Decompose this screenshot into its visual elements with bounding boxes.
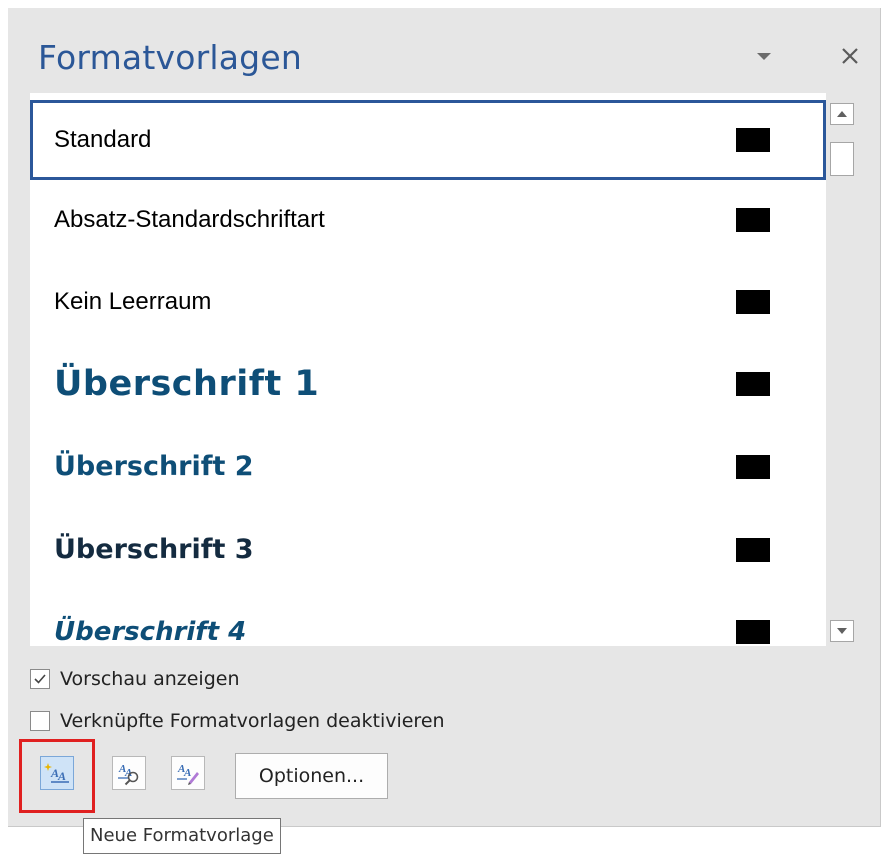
style-item-label: Standard <box>54 126 152 153</box>
new-style-icon: A A <box>44 763 69 783</box>
style-item-kein-leerraum[interactable]: Kein Leerraum <box>30 262 826 342</box>
pane-options-dropdown[interactable] <box>752 46 776 66</box>
style-item-ueberschrift-4[interactable]: Überschrift 4 <box>30 592 826 646</box>
show-preview-checkbox[interactable] <box>30 669 50 689</box>
style-item-label: Überschrift 3 <box>54 534 254 565</box>
scroll-up-button[interactable] <box>830 103 854 125</box>
paragraph-style-icon <box>736 208 770 232</box>
paragraph-style-icon <box>736 290 770 314</box>
manage-styles-button[interactable]: A A <box>171 756 205 790</box>
paragraph-style-icon <box>736 620 770 644</box>
style-item-label: Absatz-Standardschriftart <box>54 206 325 233</box>
tooltip-new-style: Neue Formatvorlage <box>83 818 281 854</box>
paragraph-style-icon <box>736 128 770 152</box>
style-list: Standard Absatz-Standardschriftart Kein … <box>30 93 826 646</box>
style-item-label: Kein Leerraum <box>54 288 212 315</box>
disable-linked-styles-option[interactable]: Verknüpfte Formatvorlagen deaktivieren <box>30 708 445 734</box>
style-item-label: Überschrift 1 <box>54 364 320 404</box>
options-button[interactable]: Optionen... <box>235 753 388 799</box>
checkmark-icon <box>34 674 46 684</box>
close-icon <box>842 48 858 64</box>
show-preview-option[interactable]: Vorschau anzeigen <box>30 666 240 692</box>
manage-styles-icon: A A <box>177 763 199 785</box>
style-item-ueberschrift-1[interactable]: Überschrift 1 <box>30 344 826 424</box>
show-preview-label: Vorschau anzeigen <box>60 668 240 690</box>
scroll-down-button[interactable] <box>830 620 854 642</box>
pane-title: Formatvorlagen <box>38 38 302 77</box>
scroll-thumb[interactable] <box>830 142 854 176</box>
style-inspector-button[interactable]: A A <box>112 756 146 790</box>
new-style-button[interactable]: A A <box>40 756 74 790</box>
style-item-label: Überschrift 2 <box>54 451 254 482</box>
style-item-absatz-standardschriftart[interactable]: Absatz-Standardschriftart <box>30 180 826 260</box>
style-list-scrollbar[interactable] <box>826 93 859 646</box>
paragraph-style-icon <box>736 538 770 562</box>
style-item-ueberschrift-3[interactable]: Überschrift 3 <box>30 510 826 590</box>
style-item-label: Überschrift 4 <box>54 617 247 646</box>
style-inspector-icon: A A <box>118 763 139 786</box>
svg-text:A: A <box>183 767 191 779</box>
paragraph-style-icon <box>736 372 770 396</box>
disable-linked-styles-checkbox[interactable] <box>30 711 50 731</box>
paragraph-style-icon <box>736 455 770 479</box>
disable-linked-styles-label: Verknüpfte Formatvorlagen deaktivieren <box>60 710 445 732</box>
close-button[interactable] <box>836 42 864 70</box>
svg-text:A: A <box>57 769 66 783</box>
style-item-standard[interactable]: Standard <box>30 100 826 180</box>
style-item-ueberschrift-2[interactable]: Überschrift 2 <box>30 427 826 507</box>
